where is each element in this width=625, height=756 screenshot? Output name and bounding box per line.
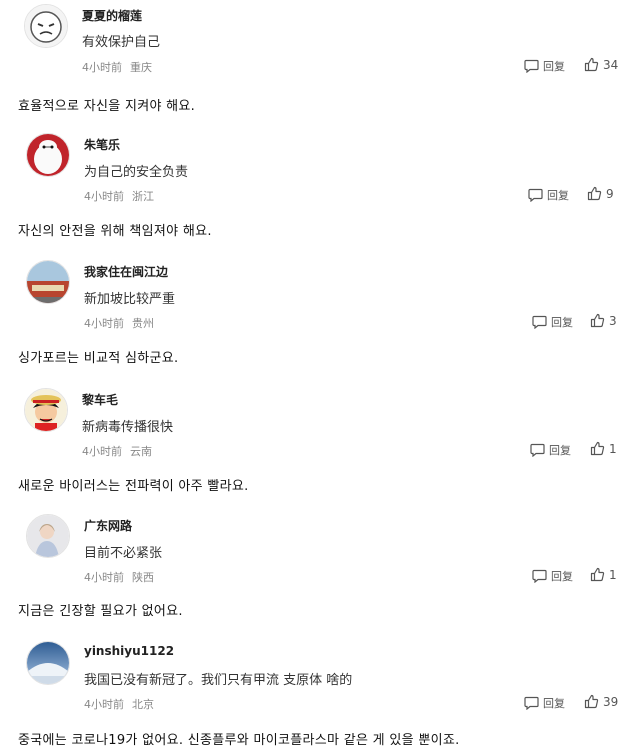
like-count: 1 [609, 441, 617, 456]
comment-location: 云南 [130, 445, 152, 458]
like-button[interactable]: 1 [590, 567, 617, 582]
comment-location: 贵州 [132, 317, 154, 330]
like-count: 34 [603, 57, 619, 72]
reply-button[interactable]: 回复 [530, 442, 571, 458]
like-button[interactable]: 3 [590, 313, 617, 328]
username[interactable]: yinshiyu1122 [84, 644, 174, 658]
building-photo-icon[interactable] [26, 260, 70, 304]
comment-bubble-icon [524, 59, 539, 73]
comment-time: 4小时前 [82, 61, 122, 74]
comment-location: 浙江 [132, 190, 154, 203]
comment-time: 4小时前 [84, 698, 124, 711]
comment-meta: 4小时前 浙江 [84, 188, 154, 204]
comment-meta: 4小时前 贵州 [84, 315, 154, 331]
username[interactable]: 我家住在闽江边 [84, 263, 168, 280]
comment-text: 我国已没有新冠了。我们只有甲流 支原体 啥的 [84, 673, 353, 688]
comment-translation: 새로운 바이러스는 전파력이 아주 빨라요. [18, 479, 249, 494]
comment-meta: 4小时前 重庆 [82, 59, 152, 75]
like-button[interactable]: 9 [587, 186, 614, 201]
comment-location: 北京 [132, 698, 154, 711]
reply-label: 回复 [543, 697, 565, 710]
comment-text: 目前不必紧张 [84, 546, 163, 561]
comment-time: 4小时前 [84, 571, 124, 584]
thumbs-up-icon [590, 313, 605, 328]
comment-meta: 4小时前 云南 [82, 443, 152, 459]
comment-bubble-icon [524, 696, 539, 710]
thumbs-up-icon [587, 186, 602, 201]
reply-label: 回复 [543, 60, 565, 73]
comment-translation: 중국에는 코로나19가 없어요. 신종플루와 마이코플라스마 같은 게 있을 뿐… [18, 733, 460, 748]
reply-button[interactable]: 回复 [528, 187, 569, 203]
username[interactable]: 夏夏的榴莲 [82, 7, 142, 24]
username[interactable]: 朱笔乐 [84, 136, 120, 153]
comment-translation: 싱가포르는 비교적 심하군요. [18, 351, 179, 366]
comment-text: 新加坡比较严重 [84, 292, 176, 307]
cartoon-face-icon[interactable] [24, 4, 68, 48]
reply-label: 回复 [549, 444, 571, 457]
reply-button[interactable]: 回复 [532, 568, 573, 584]
thumbs-up-icon [590, 567, 605, 582]
comment-text: 有效保护自己 [82, 35, 161, 50]
comment-bubble-icon [532, 569, 547, 583]
like-count: 9 [606, 186, 614, 201]
reply-label: 回复 [547, 189, 569, 202]
like-button[interactable]: 39 [584, 694, 618, 709]
comment-text: 为自己的安全负责 [84, 165, 189, 180]
comment-meta: 4小时前 陕西 [84, 569, 154, 585]
girl-photo-icon[interactable] [26, 514, 70, 558]
username[interactable]: 黎车毛 [82, 391, 118, 408]
comment-time: 4小时前 [82, 445, 122, 458]
reply-button[interactable]: 回复 [524, 58, 565, 74]
reply-label: 回复 [551, 570, 573, 583]
comment-bubble-icon [532, 315, 547, 329]
reply-button[interactable]: 回复 [532, 314, 573, 330]
like-count: 3 [609, 313, 617, 328]
comment-location: 陕西 [132, 571, 154, 584]
comment-meta: 4小时前 北京 [84, 696, 154, 712]
comment-translation: 효율적으로 자신을 지켜야 해요. [18, 99, 196, 114]
like-button[interactable]: 1 [590, 441, 617, 456]
anime-character-icon[interactable] [24, 388, 68, 432]
comment-location: 重庆 [130, 61, 152, 74]
landscape-photo-icon[interactable] [26, 641, 70, 685]
comment-time: 4小时前 [84, 317, 124, 330]
comment-translation: 지금은 긴장할 필요가 없어요. [18, 604, 183, 619]
comment-time: 4小时前 [84, 190, 124, 203]
comment-bubble-icon [528, 188, 543, 202]
like-button[interactable]: 34 [584, 57, 618, 72]
robot-character-icon[interactable] [26, 133, 70, 177]
like-count: 1 [609, 567, 617, 582]
like-count: 39 [603, 694, 619, 709]
thumbs-up-icon [590, 441, 605, 456]
comment-text: 新病毒传播很快 [82, 420, 174, 435]
thumbs-up-icon [584, 694, 599, 709]
username[interactable]: 广东网路 [84, 517, 132, 534]
comment-translation: 자신의 안전을 위해 책임져야 해요. [18, 224, 212, 239]
thumbs-up-icon [584, 57, 599, 72]
reply-button[interactable]: 回复 [524, 695, 565, 711]
comment-bubble-icon [530, 443, 545, 457]
reply-label: 回复 [551, 316, 573, 329]
